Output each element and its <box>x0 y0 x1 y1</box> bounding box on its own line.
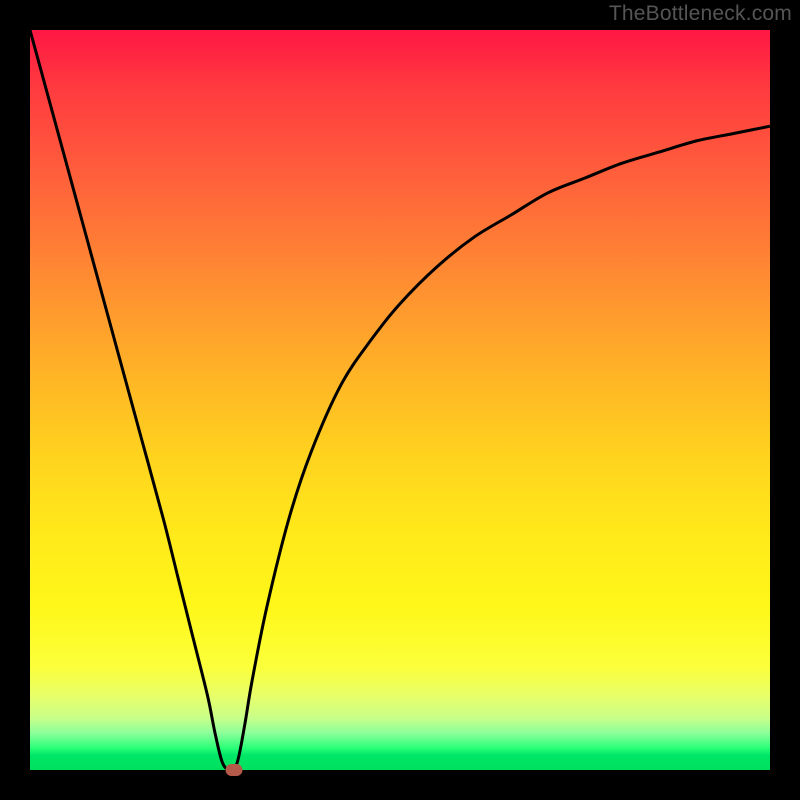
optimal-point-marker <box>225 764 242 776</box>
watermark-text: TheBottleneck.com <box>609 2 792 26</box>
chart-frame: TheBottleneck.com <box>0 0 800 800</box>
plot-area <box>30 30 770 770</box>
bottleneck-curve <box>30 30 770 770</box>
curve-path <box>30 30 770 770</box>
